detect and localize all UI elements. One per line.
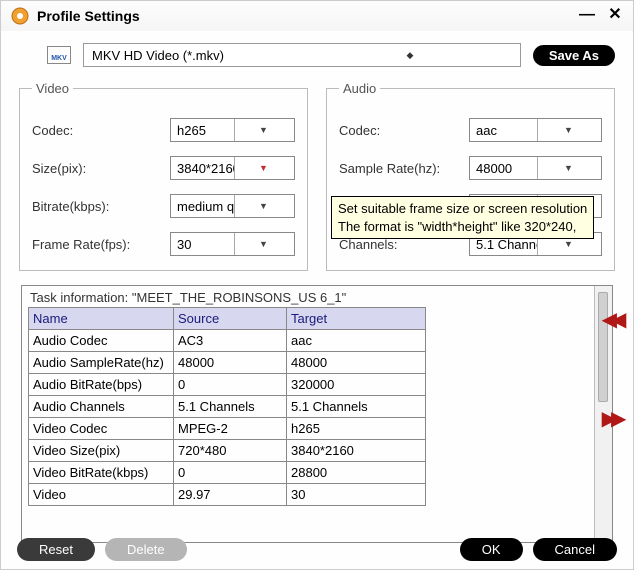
- alert-chevron-icon: [234, 157, 292, 179]
- table-row: Audio CodecAC3aac: [29, 330, 426, 352]
- table-cell: 48000: [174, 352, 287, 374]
- table-row: Audio BitRate(bps)0320000: [29, 374, 426, 396]
- audio-samplerate-label: Sample Rate(hz):: [339, 161, 469, 176]
- col-target: Target: [287, 308, 426, 330]
- chevron-down-icon: [234, 233, 292, 255]
- table-row: Audio Channels5.1 Channels5.1 Channels: [29, 396, 426, 418]
- audio-codec-label: Codec:: [339, 123, 469, 138]
- chevron-down-icon: [537, 119, 599, 141]
- cancel-button[interactable]: Cancel: [533, 538, 617, 561]
- video-bitrate-label: Bitrate(kbps):: [32, 199, 170, 214]
- table-row: Video29.9730: [29, 484, 426, 506]
- table-cell: 320000: [287, 374, 426, 396]
- reset-button[interactable]: Reset: [17, 538, 95, 561]
- table-cell: Audio SampleRate(hz): [29, 352, 174, 374]
- table-cell: Audio BitRate(bps): [29, 374, 174, 396]
- prev-arrow-icon[interactable]: ◀◀: [602, 307, 621, 332]
- video-framerate-select[interactable]: 30: [170, 232, 295, 256]
- table-cell: 0: [174, 462, 287, 484]
- table-cell: Video Size(pix): [29, 440, 174, 462]
- table-cell: Audio Codec: [29, 330, 174, 352]
- tooltip: Set suitable frame size or screen resolu…: [331, 196, 594, 239]
- video-bitrate-select[interactable]: medium quality: [170, 194, 295, 218]
- ok-button[interactable]: OK: [460, 538, 523, 561]
- table-cell: 48000: [287, 352, 426, 374]
- task-info-panel: Task information: "MEET_THE_ROBINSONS_US…: [21, 285, 613, 543]
- next-arrow-icon[interactable]: ▶▶: [602, 406, 621, 431]
- video-framerate-label: Frame Rate(fps):: [32, 237, 170, 252]
- audio-legend: Audio: [339, 81, 380, 96]
- table-cell: 5.1 Channels: [174, 396, 287, 418]
- chevron-down-icon: ◆: [304, 50, 516, 61]
- footer: Reset Delete OK Cancel: [1, 538, 633, 561]
- task-table: Name Source Target Audio CodecAC3aacAudi…: [28, 307, 426, 506]
- table-cell: MPEG-2: [174, 418, 287, 440]
- chevron-down-icon: [234, 195, 292, 217]
- video-size-select[interactable]: 3840*2160: [170, 156, 295, 180]
- chevron-down-icon: [234, 119, 292, 141]
- table-cell: 5.1 Channels: [287, 396, 426, 418]
- table-cell: aac: [287, 330, 426, 352]
- app-icon: [11, 7, 29, 25]
- audio-samplerate-select[interactable]: 48000: [469, 156, 602, 180]
- title-bar: Profile Settings — ✕: [1, 1, 633, 31]
- table-cell: 3840*2160: [287, 440, 426, 462]
- chevron-down-icon: [537, 157, 599, 179]
- format-icon: MKV: [47, 46, 71, 64]
- delete-button[interactable]: Delete: [105, 538, 187, 561]
- video-codec-label: Codec:: [32, 123, 170, 138]
- table-cell: Video BitRate(kbps): [29, 462, 174, 484]
- format-select[interactable]: MKV HD Video (*.mkv) ◆: [83, 43, 521, 67]
- video-codec-select[interactable]: h265: [170, 118, 295, 142]
- col-name: Name: [29, 308, 174, 330]
- video-size-label: Size(pix):: [32, 161, 170, 176]
- table-cell: 29.97: [174, 484, 287, 506]
- table-row: Video Size(pix)720*4803840*2160: [29, 440, 426, 462]
- table-cell: Video: [29, 484, 174, 506]
- table-cell: 28800: [287, 462, 426, 484]
- video-group: Video Codec:h265 Size(pix):3840*2160 Bit…: [19, 81, 308, 271]
- table-row: Audio SampleRate(hz)4800048000: [29, 352, 426, 374]
- table-cell: h265: [287, 418, 426, 440]
- minimize-button[interactable]: —: [579, 8, 595, 24]
- table-row: Video BitRate(kbps)028800: [29, 462, 426, 484]
- table-row: Video CodecMPEG-2h265: [29, 418, 426, 440]
- table-cell: 30: [287, 484, 426, 506]
- table-cell: Audio Channels: [29, 396, 174, 418]
- close-button[interactable]: ✕: [607, 8, 623, 24]
- format-label: MKV HD Video (*.mkv): [92, 48, 304, 63]
- col-source: Source: [174, 308, 287, 330]
- window-title: Profile Settings: [37, 8, 579, 24]
- audio-group: Audio Codec:aac Sample Rate(hz):48000 Bi…: [326, 81, 615, 271]
- video-legend: Video: [32, 81, 73, 96]
- save-as-button[interactable]: Save As: [533, 45, 615, 66]
- table-cell: AC3: [174, 330, 287, 352]
- table-cell: 720*480: [174, 440, 287, 462]
- task-info-caption: Task information: "MEET_THE_ROBINSONS_US…: [30, 290, 588, 305]
- table-cell: 0: [174, 374, 287, 396]
- table-cell: Video Codec: [29, 418, 174, 440]
- audio-codec-select[interactable]: aac: [469, 118, 602, 142]
